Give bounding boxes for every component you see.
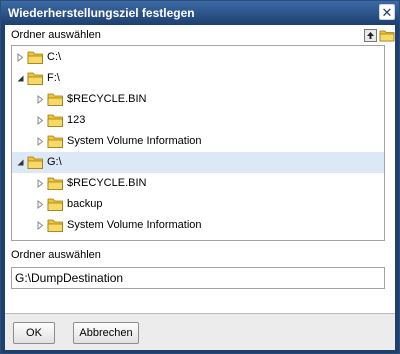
tree-item-label: System Volume Information bbox=[67, 135, 202, 147]
restore-target-dialog: Wiederherstellungsziel festlegen ✕ Ordne… bbox=[0, 0, 400, 354]
tree-item[interactable]: C:\ bbox=[12, 47, 384, 68]
ok-button[interactable]: OK bbox=[13, 322, 55, 344]
up-one-level-button[interactable] bbox=[364, 29, 377, 42]
tree-item-label: backup bbox=[67, 198, 103, 210]
tree-item-label: $RECYCLE.BIN bbox=[67, 177, 147, 189]
collapsed-triangle-icon[interactable] bbox=[36, 116, 45, 125]
path-label: Ordner auswählen bbox=[11, 249, 101, 261]
tree-item[interactable]: G:\ bbox=[12, 152, 384, 173]
folder-icon bbox=[47, 93, 63, 106]
folder-tree[interactable]: C:\ F:\ $RECYCLE.BIN 123 System Volume Infor… bbox=[11, 45, 385, 241]
collapsed-triangle-icon[interactable] bbox=[16, 53, 25, 62]
folder-icon bbox=[47, 177, 63, 190]
folder-icon bbox=[47, 198, 63, 211]
tree-item[interactable]: $RECYCLE.BIN bbox=[12, 89, 384, 110]
expanded-triangle-icon[interactable] bbox=[16, 158, 25, 167]
folder-path-input[interactable] bbox=[11, 267, 385, 289]
collapsed-triangle-icon[interactable] bbox=[36, 221, 45, 230]
tree-item-label: 123 bbox=[67, 114, 86, 126]
close-icon: ✕ bbox=[381, 4, 393, 20]
new-folder-button[interactable] bbox=[379, 27, 395, 43]
window-title: Wiederherstellungsziel festlegen bbox=[8, 6, 195, 20]
expanded-triangle-icon[interactable] bbox=[16, 74, 25, 83]
folder-icon bbox=[47, 135, 63, 148]
dialog-content: Ordner auswählen C:\ F:\ $RECYCLE.BIN 123 Sy… bbox=[5, 25, 395, 313]
collapsed-triangle-icon[interactable] bbox=[36, 200, 45, 209]
cancel-button[interactable]: Abbrechen bbox=[73, 322, 139, 344]
tree-item[interactable]: backup bbox=[12, 194, 384, 215]
tree-item-label: G:\ bbox=[47, 156, 62, 168]
tree-item[interactable]: 123 bbox=[12, 110, 384, 131]
tree-item[interactable]: F:\ bbox=[12, 68, 384, 89]
tree-item-label: System Volume Information bbox=[67, 219, 202, 231]
tree-item[interactable]: System Volume Information bbox=[12, 215, 384, 236]
collapsed-triangle-icon[interactable] bbox=[36, 95, 45, 104]
close-button[interactable]: ✕ bbox=[379, 4, 395, 20]
tree-item[interactable]: System Volume Information bbox=[12, 131, 384, 152]
collapsed-triangle-icon[interactable] bbox=[36, 179, 45, 188]
tree-item-label: C:\ bbox=[47, 51, 62, 63]
folder-select-label: Ordner auswählen bbox=[11, 29, 101, 41]
folder-icon bbox=[27, 72, 43, 85]
folder-icon bbox=[47, 114, 63, 127]
tree-item-label: F:\ bbox=[47, 72, 60, 84]
up-arrow-icon bbox=[367, 32, 374, 39]
title-bar[interactable]: Wiederherstellungsziel festlegen ✕ bbox=[1, 1, 399, 25]
new-folder-icon bbox=[379, 30, 395, 42]
folder-icon bbox=[47, 219, 63, 232]
collapsed-triangle-icon[interactable] bbox=[36, 137, 45, 146]
button-bar: OK Abbrechen bbox=[5, 313, 395, 350]
tree-item-label: $RECYCLE.BIN bbox=[67, 93, 147, 105]
folder-icon bbox=[27, 51, 43, 64]
tree-item[interactable]: $RECYCLE.BIN bbox=[12, 173, 384, 194]
folder-icon bbox=[27, 156, 43, 169]
